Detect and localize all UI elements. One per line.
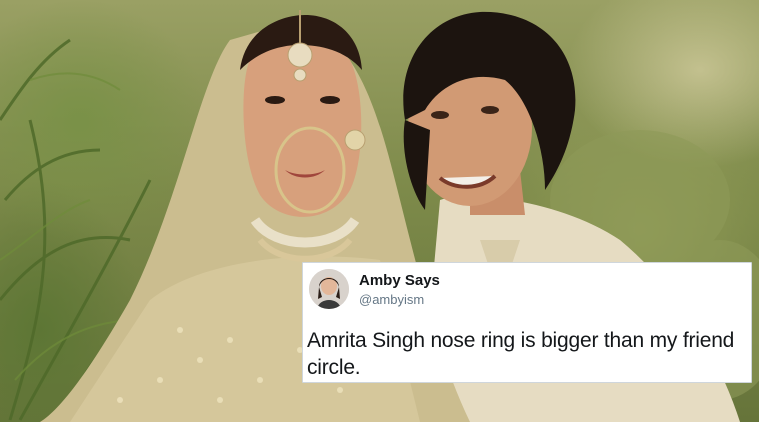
avatar[interactable] [309, 269, 349, 309]
display-name[interactable]: Amby Says [359, 272, 440, 289]
tweet-card[interactable]: Amby Says @ambyism Amrita Singh nose rin… [302, 262, 752, 383]
tweet-text: Amrita Singh nose ring is bigger than my… [307, 329, 735, 379]
avatar-image [309, 269, 349, 309]
user-handle[interactable]: @ambyism [359, 292, 424, 307]
